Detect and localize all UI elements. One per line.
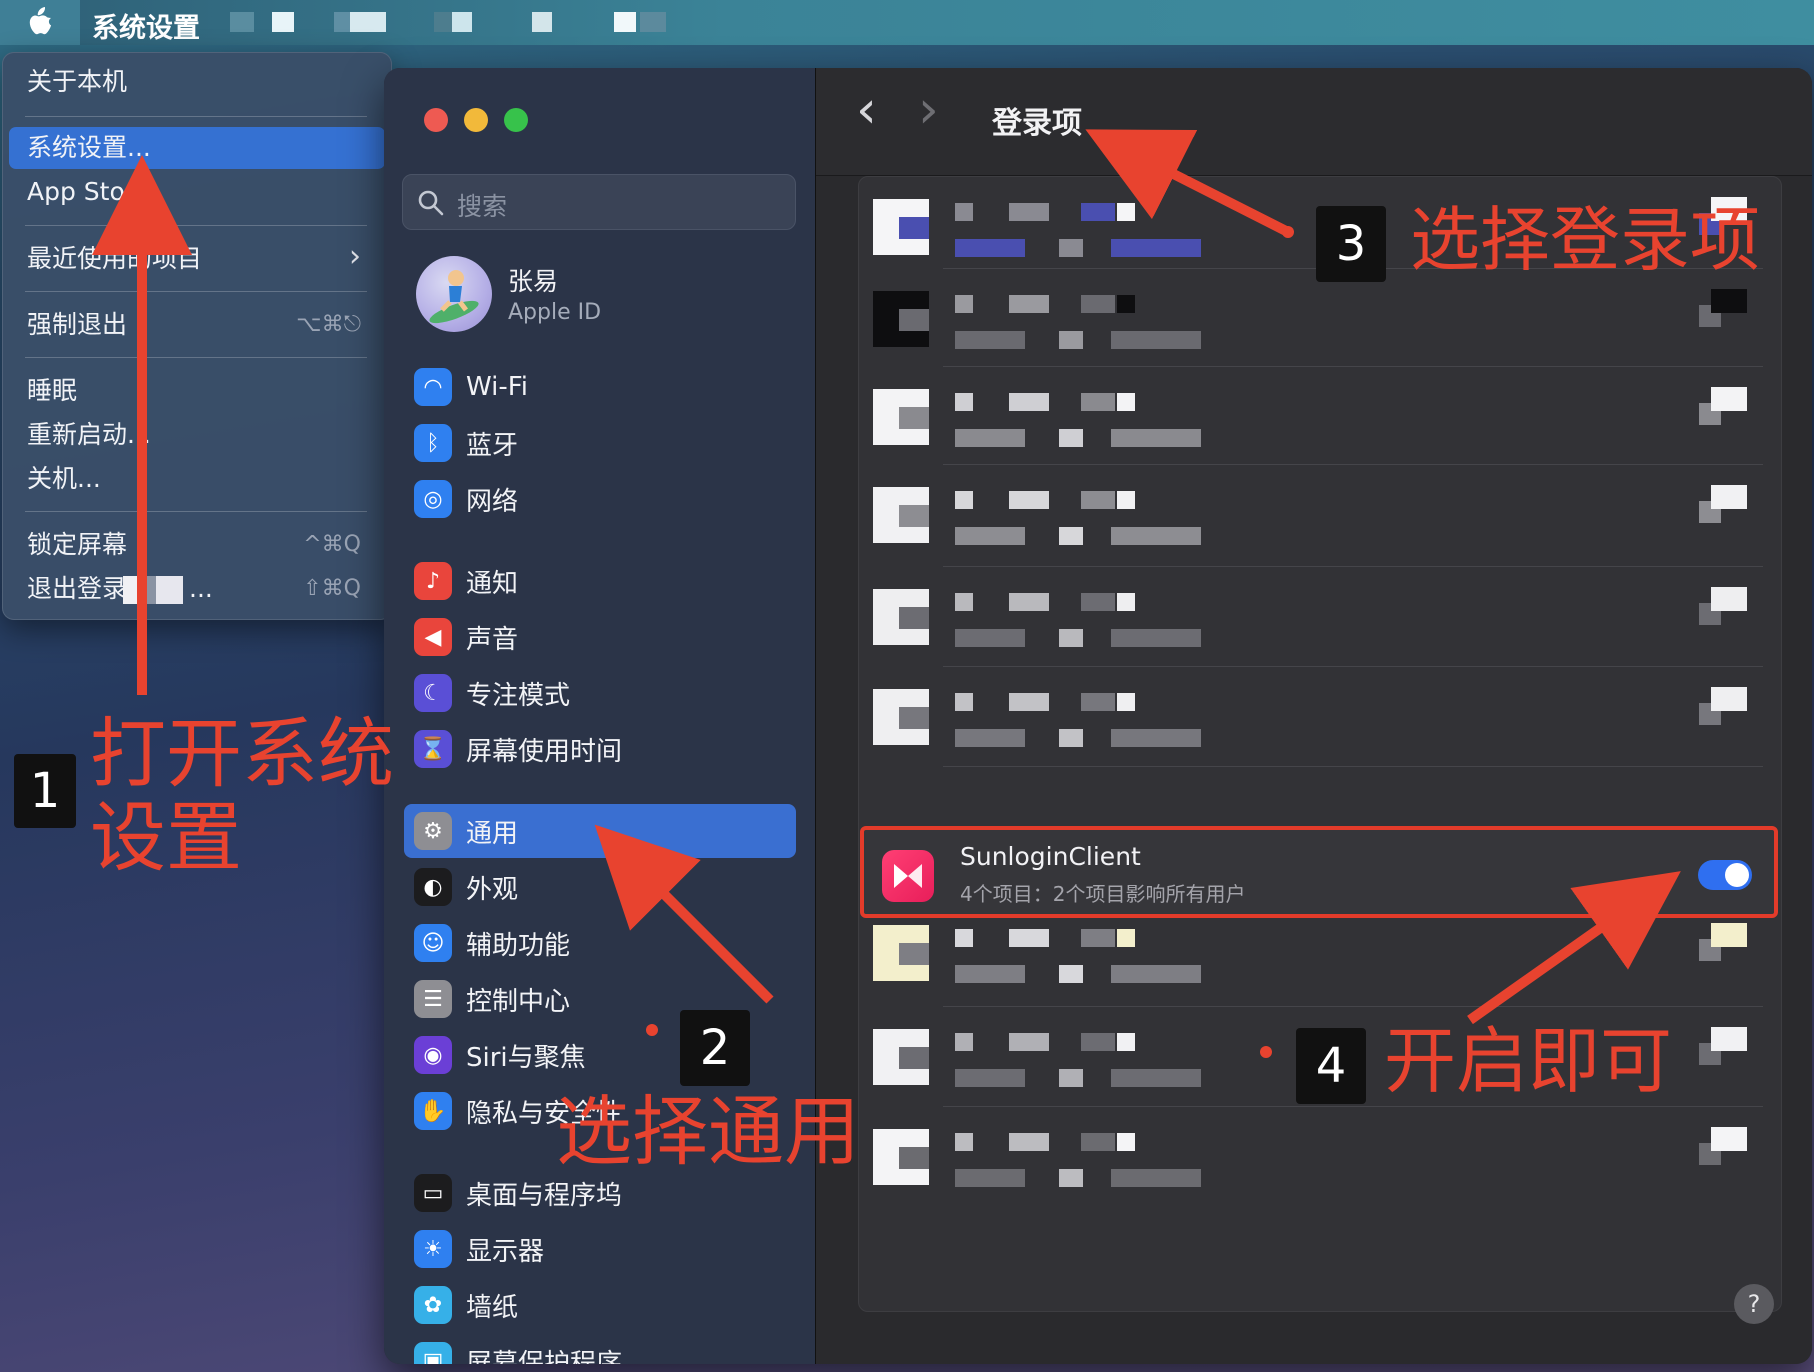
arrow-step-2 [594, 824, 774, 1004]
step-caption: 选择登录项 [1410, 199, 1760, 281]
step-badge: 3 [1316, 206, 1386, 282]
step-badge: 4 [1296, 1028, 1366, 1104]
arrow-step-4 [1467, 871, 1681, 1025]
step-caption: 打开系统 设置 [90, 709, 394, 882]
step-badge: 2 [680, 1010, 750, 1086]
step-badge: 1 [14, 754, 76, 828]
step-caption: 开启即可 [1384, 1019, 1673, 1103]
arrow-step-3 [1085, 129, 1291, 237]
step-caption: 选择通用 [556, 1087, 860, 1176]
